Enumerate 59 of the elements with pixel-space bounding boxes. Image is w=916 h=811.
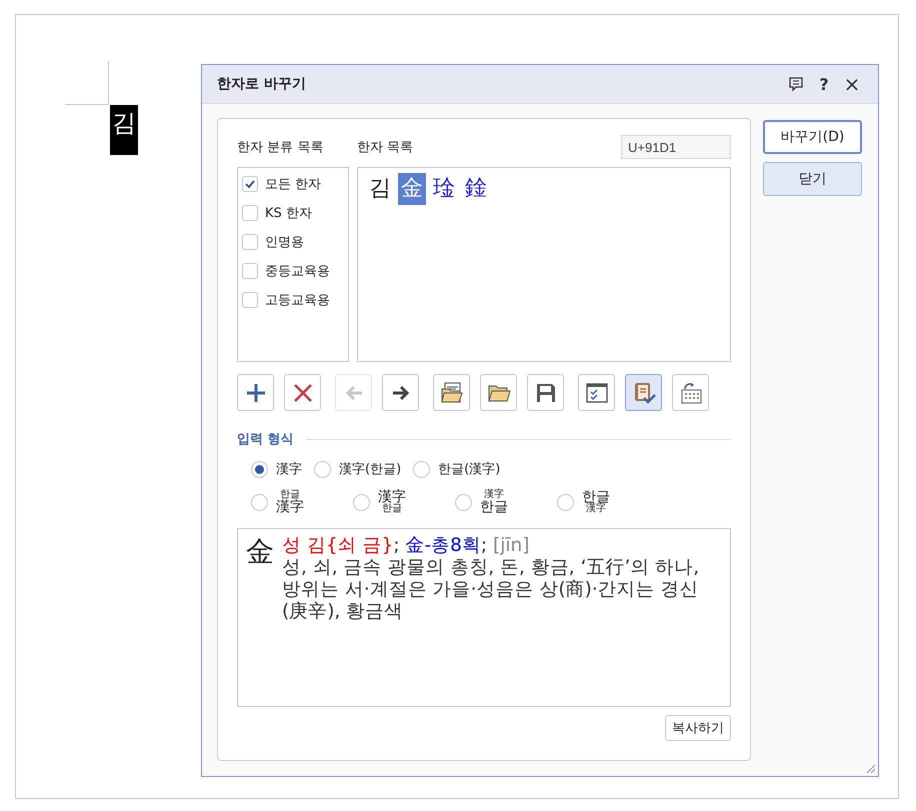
radio-label-line[interactable]: 한글 — [280, 490, 300, 500]
radio-label-line[interactable]: 한글 — [582, 490, 610, 504]
check-icon — [244, 178, 256, 190]
category-label[interactable]: KS 한자 — [265, 204, 312, 222]
toolbar-button[interactable] — [480, 374, 517, 411]
radio-button[interactable] — [353, 494, 370, 510]
copy-button[interactable]: 복사하기 — [665, 715, 731, 741]
hanja-item[interactable]: 琻 — [430, 173, 458, 205]
toolbar-button[interactable] — [625, 374, 662, 411]
toolbar-button[interactable] — [433, 374, 470, 411]
category-label[interactable]: 고등교육용 — [265, 290, 330, 308]
section-title: 입력 형식 — [237, 431, 294, 448]
dialog-button[interactable]: 닫기 — [763, 162, 862, 196]
hanja-item[interactable]: 鍂 — [462, 173, 490, 205]
radio-button[interactable] — [413, 460, 430, 478]
hanja-header: 한자 목록 — [357, 140, 414, 155]
radio-label-line[interactable]: 漢字 — [378, 490, 406, 504]
radio-label-line[interactable]: 한글 — [382, 504, 402, 514]
toolbar-button[interactable] — [672, 374, 709, 411]
help-button[interactable]: ? — [810, 72, 838, 96]
radio-label-line[interactable]: 漢字 — [586, 504, 606, 514]
radio-label[interactable]: 한글(漢字) — [438, 460, 500, 478]
radio-label-line[interactable]: 漢字 — [484, 490, 504, 500]
radio-label[interactable]: 漢字(한글) — [339, 460, 402, 478]
checklist-icon — [584, 380, 608, 404]
toolbar-button[interactable] — [578, 374, 615, 411]
radio-label-line[interactable]: 漢字 — [276, 500, 304, 514]
hanja-character: 金 — [246, 535, 274, 570]
radio-button[interactable] — [314, 460, 331, 478]
category-label[interactable]: 인명용 — [265, 232, 304, 250]
hanja-item[interactable]: 김 — [366, 173, 394, 205]
radio-button[interactable] — [455, 494, 472, 510]
checkbox[interactable] — [242, 292, 258, 308]
category-label[interactable]: 모든 한자 — [265, 174, 322, 192]
resize-grip-icon[interactable] — [864, 762, 876, 774]
radio-label[interactable]: 漢字 — [276, 460, 302, 478]
radio-button[interactable] — [251, 460, 268, 478]
hanja-item[interactable]: 金 — [398, 173, 426, 205]
radio-button[interactable] — [557, 494, 574, 510]
folder-file-icon — [440, 380, 464, 404]
radio-label-line[interactable]: 한글 — [480, 500, 508, 514]
checkbox[interactable] — [242, 176, 258, 192]
code-field[interactable]: U+91D1 — [621, 135, 731, 159]
dialog-button[interactable]: 바꾸기(D) — [763, 120, 862, 154]
selected-text: 김 — [110, 105, 138, 155]
toolbar-button[interactable] — [284, 374, 321, 411]
radio-button[interactable] — [251, 494, 268, 510]
description-text: 성 김{쇠 금}; 金-총8획; [jīn] 성, 쇠, 금속 광물의 총칭, 돈, 황금, ‘五行’의 하나, 방위는 서·계절은 가을·성음은 상(商)·간지는 경신(庚辛), 황금색 — [282, 535, 700, 624]
checkbox[interactable] — [242, 204, 258, 220]
toolbar-button[interactable] — [527, 374, 564, 411]
close-button[interactable]: × — [838, 72, 866, 96]
window-title: 한자로 바꾸기 — [217, 75, 307, 93]
toolbar-button[interactable] — [237, 374, 274, 411]
checkbox[interactable] — [242, 262, 258, 278]
category-header: 한자 분류 목록 — [237, 140, 324, 155]
grid-undo-icon — [678, 380, 702, 404]
category-label[interactable]: 중등교육용 — [265, 262, 330, 280]
checkbox[interactable] — [242, 234, 258, 250]
toolbar-button[interactable] — [382, 374, 419, 411]
